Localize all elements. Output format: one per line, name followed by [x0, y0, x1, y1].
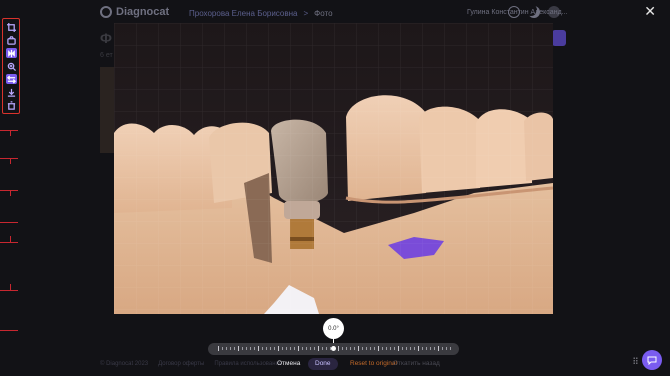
rotation-knob[interactable] — [331, 346, 336, 351]
trash-icon[interactable] — [6, 100, 17, 110]
ruler-tick — [362, 347, 363, 350]
ruler-tick — [306, 347, 307, 350]
ruler-tick — [426, 347, 427, 350]
ruler-tick — [226, 347, 227, 350]
flip-icon[interactable] — [5, 48, 17, 58]
ruler-tick — [394, 347, 395, 350]
ruler-tick — [354, 347, 355, 350]
ruler-tick — [318, 346, 319, 351]
support-chat-button[interactable] — [642, 350, 662, 370]
ruler-tick — [414, 347, 415, 350]
ruler-tick — [366, 347, 367, 350]
ruler-tick — [234, 347, 235, 350]
ruler-tick — [342, 347, 343, 350]
camera-rotate-icon[interactable] — [6, 35, 17, 45]
photo-editor-screen: Diagnocat Прохорова Елена Борисовна > Фо… — [0, 0, 670, 376]
app-logo[interactable]: Diagnocat — [100, 6, 169, 18]
page-subtitle: 6 ет — [100, 52, 113, 59]
ruler-tick — [446, 347, 447, 350]
close-icon[interactable]: ✕ — [644, 3, 656, 20]
ruler-tick — [430, 347, 431, 350]
ruler-tick — [294, 347, 295, 350]
ruler-tick — [378, 346, 379, 351]
ruler-tick — [254, 347, 255, 350]
ruler-tick — [402, 347, 403, 350]
ruler-tick — [350, 347, 351, 350]
editor-toolbar — [2, 18, 20, 114]
photo-canvas[interactable] — [114, 23, 553, 314]
ruler-tick — [390, 347, 391, 350]
ruler-tick — [282, 347, 283, 350]
breadcrumb: Прохорова Елена Борисовна > Фото — [189, 9, 333, 18]
ruler-tick — [434, 347, 435, 350]
ruler-tick — [258, 346, 259, 351]
breadcrumb-separator: > — [303, 9, 309, 18]
ruler-tick — [382, 347, 383, 350]
grid-dots-icon — [633, 357, 638, 364]
ruler-tick — [422, 347, 423, 350]
ruler-tick — [314, 347, 315, 350]
ruler-tick — [398, 346, 399, 351]
rotation-angle-badge: 0.0° — [323, 318, 344, 339]
ruler-tick — [410, 347, 411, 350]
ruler-tick — [438, 346, 439, 351]
ruler-tick — [290, 347, 291, 350]
undo-button[interactable]: Откатить назад — [393, 360, 440, 367]
ruler-tick — [374, 347, 375, 350]
chat-icon — [647, 356, 657, 365]
ruler-tick — [286, 347, 287, 350]
ruler-tick — [322, 347, 323, 350]
download-icon[interactable] — [6, 87, 17, 97]
ruler-tick — [230, 347, 231, 350]
zoom-icon[interactable] — [6, 61, 17, 71]
ruler-tick — [218, 346, 219, 351]
ruler-tick — [222, 347, 223, 350]
background-action-button — [552, 30, 566, 46]
ruler-tick — [450, 347, 451, 350]
ruler-tick — [370, 347, 371, 350]
ruler-tick — [274, 347, 275, 350]
dental-photo — [114, 23, 553, 314]
ruler-tick — [270, 347, 271, 350]
ruler-tick — [238, 346, 239, 351]
ruler-tick — [326, 347, 327, 350]
breadcrumb-page: Фото — [314, 9, 333, 18]
ruler-tick — [442, 347, 443, 350]
ruler-tick — [418, 346, 419, 351]
done-button[interactable]: Done — [308, 358, 338, 370]
ruler-tick — [302, 347, 303, 350]
ruler-tick — [278, 346, 279, 351]
reset-to-original-button[interactable]: Reset to original — [350, 360, 397, 367]
ruler-tick — [386, 347, 387, 350]
page-title: Ф — [100, 30, 112, 46]
editor-actions: Отмена Done Reset to original Откатить н… — [0, 358, 670, 372]
cancel-button[interactable]: Отмена — [277, 360, 300, 367]
ruler-tick — [246, 347, 247, 350]
compare-icon[interactable] — [5, 74, 17, 84]
ruler-tick — [406, 347, 407, 350]
user-name[interactable]: Гулина Константин Александ... — [467, 9, 567, 16]
ruler-tick — [338, 346, 339, 351]
ruler-tick — [298, 346, 299, 351]
ruler-tick — [310, 347, 311, 350]
ruler-tick — [358, 346, 359, 351]
logo-text: Diagnocat — [116, 6, 170, 18]
side-marker-column — [0, 130, 20, 350]
logo-icon — [100, 6, 112, 18]
background-thumbnail — [100, 67, 114, 153]
ruler-tick — [250, 347, 251, 350]
ruler-tick — [346, 347, 347, 350]
ruler-tick — [262, 347, 263, 350]
crop-icon[interactable] — [6, 22, 17, 32]
ruler-tick — [266, 347, 267, 350]
breadcrumb-patient[interactable]: Прохорова Елена Борисовна — [189, 9, 297, 18]
ruler-tick — [242, 347, 243, 350]
